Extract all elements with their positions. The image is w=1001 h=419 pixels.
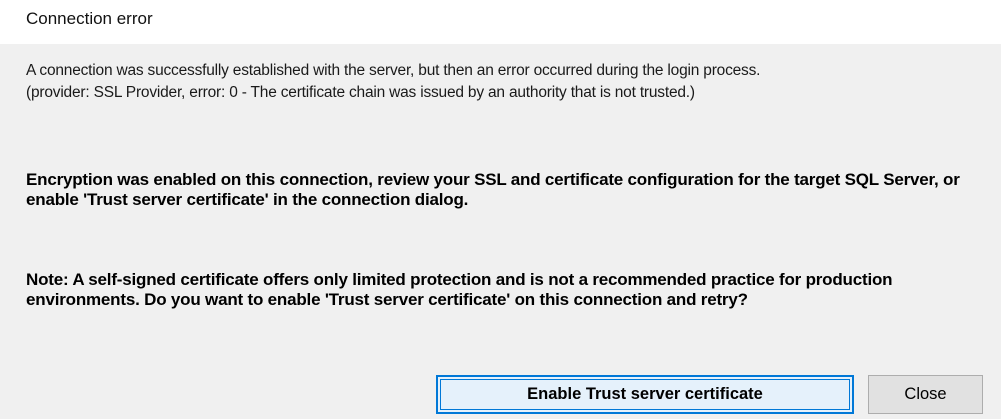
error-message-line-2: (provider: SSL Provider, error: 0 - The … [26,84,695,101]
dialog-body: A connection was successfully establishe… [0,44,1001,419]
close-button[interactable]: Close [868,375,983,414]
encryption-message: Encryption was enabled on this connectio… [26,170,960,209]
enable-trust-certificate-button[interactable]: Enable Trust server certificate [436,375,854,414]
dialog-title-bar: Connection error [0,0,1001,44]
connection-error-dialog: Connection error A connection was succes… [0,0,1001,419]
dialog-title: Connection error [26,9,153,28]
note-message: Note: A self-signed certificate offers o… [26,270,893,309]
error-message: A connection was successfully establishe… [26,60,986,104]
error-message-line-1: A connection was successfully establishe… [26,62,761,79]
